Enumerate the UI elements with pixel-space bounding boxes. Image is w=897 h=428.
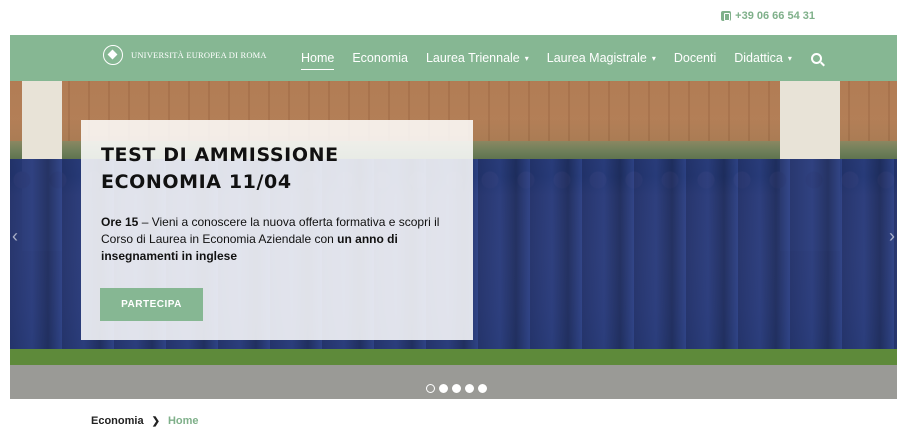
chevron-right-icon: ❯ (151, 415, 160, 427)
hero-background-ground (10, 365, 897, 399)
search-icon[interactable] (810, 52, 822, 64)
top-bar: +39 06 66 54 31 (0, 0, 897, 35)
slider-dot[interactable] (465, 384, 474, 393)
site-logo[interactable]: UNIVERSITÀ EUROPEA DI ROMA (103, 45, 267, 65)
nav-item-label: Docenti (673, 51, 717, 65)
hero-time: Ore 15 (101, 215, 139, 229)
hero-title: TEST DI AMMISSIONE ECONOMIA 11/04 (101, 144, 339, 193)
nav-item-laurea-magistrale[interactable]: Laurea Magistrale ▾ (538, 35, 665, 81)
hero-caption-box: TEST DI AMMISSIONE ECONOMIA 11/04 Ore 15… (81, 120, 473, 340)
chevron-right-icon[interactable]: › (889, 226, 895, 247)
slider-dot[interactable] (439, 384, 448, 393)
chevron-down-icon: ▾ (524, 53, 529, 63)
nav-item-label: Home (301, 51, 335, 65)
phone-number: +39 06 66 54 31 (735, 10, 815, 22)
logo-emblem-icon (103, 45, 123, 65)
nav-item-label: Didattica (734, 51, 783, 65)
hero-slider: ‹ › TEST DI AMMISSIONE ECONOMIA 11/04 Or… (10, 81, 897, 399)
nav-menu: Home Economia Laurea Triennale ▾ Laurea M… (292, 35, 822, 81)
slider-pagination (426, 384, 487, 393)
slider-dot[interactable] (478, 384, 487, 393)
nav-item-label: Laurea Triennale (425, 51, 520, 65)
breadcrumb: Economia ❯ Home (91, 415, 199, 427)
nav-item-home[interactable]: Home (292, 35, 343, 81)
hero-description: Ore 15 – Vieni a conoscere la nuova offe… (101, 214, 453, 265)
nav-item-docenti[interactable]: Docenti (665, 35, 725, 81)
nav-item-didattica[interactable]: Didattica ▾ (725, 35, 801, 81)
phone-icon (721, 11, 732, 21)
chevron-down-icon: ▾ (651, 53, 656, 63)
chevron-down-icon: ▾ (787, 53, 792, 63)
slider-dot[interactable] (426, 384, 435, 393)
breadcrumb-current: Home (167, 415, 199, 427)
chevron-left-icon[interactable]: ‹ (12, 226, 18, 247)
logo-text: UNIVERSITÀ EUROPEA DI ROMA (131, 50, 267, 60)
phone-contact[interactable]: +39 06 66 54 31 (721, 10, 815, 22)
nav-item-label: Laurea Magistrale (546, 51, 647, 65)
breadcrumb-item-economia[interactable]: Economia (91, 415, 144, 427)
nav-item-laurea-triennale[interactable]: Laurea Triennale ▾ (417, 35, 538, 81)
nav-item-label: Economia (352, 51, 408, 65)
slider-dot[interactable] (452, 384, 461, 393)
main-navbar: UNIVERSITÀ EUROPEA DI ROMA Home Economia… (10, 35, 897, 81)
nav-item-economia[interactable]: Economia (343, 35, 417, 81)
partecipa-button[interactable]: PARTECIPA (100, 288, 203, 321)
